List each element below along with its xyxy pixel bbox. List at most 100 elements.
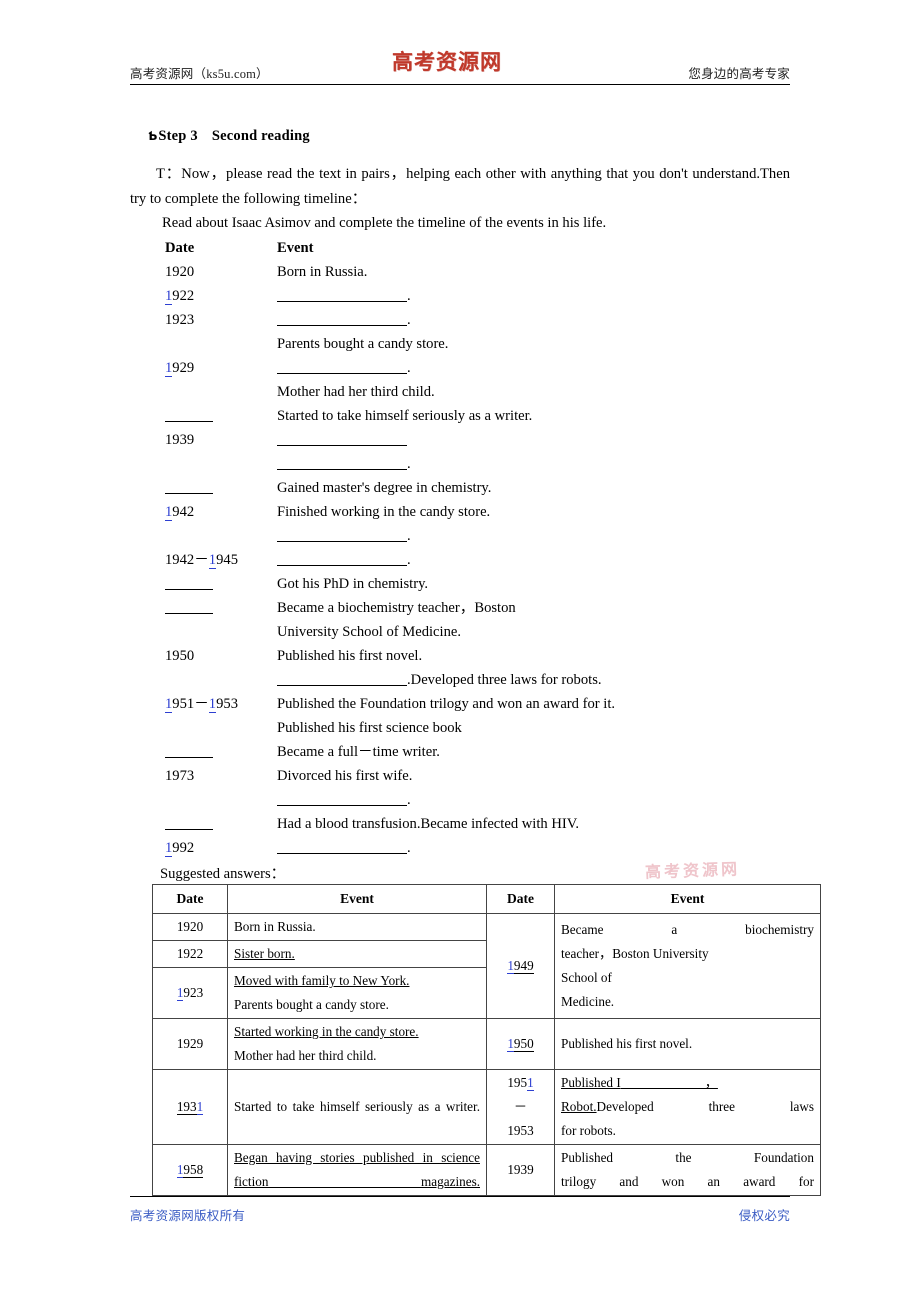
timeline-row: 1973 Divorced his first wife. — [165, 764, 790, 788]
timeline-event-blank: .Developed three laws for robots. — [277, 668, 602, 692]
cell-line-rest: Developed three laws — [596, 1099, 814, 1114]
timeline-row: Gained master's degree in chemistry. — [165, 476, 790, 500]
cell-line: Became a biochemistry — [561, 922, 814, 937]
answer-text: Moved with family to New York. — [234, 973, 410, 988]
answer-blank — [277, 286, 407, 302]
timeline-event: Became a full－time writer. — [277, 744, 440, 760]
cell-event: Moved with family to New York. Parents b… — [227, 967, 487, 1019]
timeline-list: Date Event 1920 Born in Russia. 1922 . 1… — [165, 236, 790, 860]
answer-blank — [277, 550, 407, 566]
timeline-header-date: Date — [165, 240, 195, 256]
th-event-left: Event — [227, 884, 487, 914]
timeline-date: 1950 — [165, 648, 195, 664]
cell-event: Started to take himself seriously as a w… — [227, 1069, 487, 1145]
timeline-row: 1939 — [165, 428, 790, 452]
timeline-row: . — [165, 788, 790, 812]
timeline-event-blank: . — [277, 524, 411, 548]
cell-date: 1951 － 1953 — [486, 1069, 555, 1145]
answer-blank — [277, 358, 407, 374]
timeline-date: 1939 — [165, 432, 195, 448]
timeline-date: 1951－1953 — [165, 696, 238, 713]
footer-notice: 侵权必究 — [738, 1209, 790, 1223]
timeline-date: 1920 — [165, 264, 195, 280]
answer-text: Started working in the candy store. — [234, 1024, 419, 1039]
cell-date: 1958 — [152, 1144, 228, 1196]
timeline-row: 1992 . — [165, 836, 790, 860]
timeline-event: Had a blood transfusion.Became infected … — [277, 816, 580, 832]
timeline-date-blank — [165, 740, 260, 764]
answers-table: Date Event Date Event 1920 Born in Russi… — [152, 884, 821, 1196]
timeline-event: Born in Russia. — [277, 264, 368, 280]
cell-date: 1929 — [152, 1018, 228, 1070]
answer-blank — [165, 478, 213, 494]
timeline-event: Mother had her third child. — [277, 384, 435, 400]
step-heading: ƄStep 3 Second reading — [148, 128, 310, 145]
timeline-date-blank — [165, 812, 260, 836]
answer-text: Began having stories published in scienc… — [234, 1150, 480, 1189]
th-date-right: Date — [486, 884, 555, 914]
timeline-row: Parents bought a candy store. — [165, 332, 790, 356]
cell-line: School of — [561, 970, 612, 985]
footer-copyright: 高考资源网版权所有 — [130, 1209, 246, 1223]
teacher-instruction-text: T：Now，please read the text in pairs，help… — [130, 166, 790, 207]
header-divider — [130, 84, 790, 85]
answer-blank — [165, 406, 213, 422]
timeline-date: 1923 — [165, 312, 195, 328]
answer-text-part: Published I — [561, 1075, 621, 1090]
timeline-row: Got his PhD in chemistry. — [165, 572, 790, 596]
timeline-row: 1951－1953 Published the Foundation trilo… — [165, 692, 790, 716]
timeline-event-blank: . — [277, 836, 411, 860]
timeline-date: 1929 — [165, 360, 195, 377]
timeline-event-blank: . — [277, 308, 411, 332]
cell-date: 1920 — [152, 913, 228, 941]
timeline-event: Gained master's degree in chemistry. — [277, 480, 492, 496]
table-row: 1920 Born in Russia. 1949 Became a bioch… — [152, 913, 821, 1019]
answer-blank — [165, 574, 213, 590]
th-date-left: Date — [152, 884, 228, 914]
timeline-event-blank: . — [277, 452, 411, 476]
table-header-row: Date Event Date Event — [152, 884, 821, 914]
timeline-row: 1950 Published his first novel. — [165, 644, 790, 668]
timeline-header-row: Date Event — [165, 236, 790, 260]
timeline-date: 1942－1945 — [165, 552, 238, 569]
answer-text: Sister born. — [234, 946, 295, 961]
page-header: 高考资源网（ks5u.com） 高考资源网 您身边的高考专家 — [130, 46, 790, 86]
cell-date: 1950 — [486, 1018, 555, 1070]
cell-date: 1923 — [152, 967, 228, 1019]
timeline-row: Became a biochemistry teacher，Boston — [165, 596, 790, 620]
timeline-row: . — [165, 524, 790, 548]
timeline-row: 1923 . — [165, 308, 790, 332]
timeline-event-blank: . — [277, 788, 411, 812]
suggested-answers-label: Suggested answers： — [160, 866, 286, 882]
answer-blank — [165, 814, 213, 830]
answer-blank — [277, 790, 407, 806]
cell-line: Mother had her third child. — [234, 1048, 377, 1063]
document-page: 高考资源网（ks5u.com） 高考资源网 您身边的高考专家 ƄStep 3 Se… — [0, 0, 920, 1302]
table-row: 1931 Started to take himself seriously a… — [152, 1069, 821, 1145]
timeline-event: University School of Medicine. — [277, 624, 462, 640]
header-tagline: 您身边的高考专家 — [688, 67, 790, 81]
timeline-row: 1929 . — [165, 356, 790, 380]
cell-date: 1931 — [152, 1069, 228, 1145]
timeline-row: .Developed three laws for robots. — [165, 668, 790, 692]
timeline-date: 1942 — [165, 504, 195, 521]
cell-event: Began having stories published in scienc… — [227, 1144, 487, 1196]
cell-event: Published I， Robot.Developed three laws … — [554, 1069, 821, 1145]
timeline-row: University School of Medicine. — [165, 620, 790, 644]
answer-blank — [277, 526, 407, 542]
step-number: Step 3 — [158, 128, 198, 144]
step-subtitle: Second reading — [211, 128, 310, 144]
cell-date: 1922 — [152, 940, 228, 968]
timeline-date: 1973 — [165, 768, 195, 784]
cell-line: teacher，Boston University — [561, 946, 709, 961]
timeline-row: Had a blood transfusion.Became infected … — [165, 812, 790, 836]
cell-line: Parents bought a candy store. — [234, 997, 389, 1012]
answer-text-part: Robot. — [561, 1099, 597, 1114]
answer-blank — [277, 838, 407, 854]
timeline-event-rest: .Developed three laws for robots. — [407, 672, 602, 688]
timeline-row: 1942－1945 . — [165, 548, 790, 572]
timeline-event: Parents bought a candy store. — [277, 336, 449, 352]
table-row: 1958 Began having stories published in s… — [152, 1144, 821, 1196]
timeline-row: Became a full－time writer. — [165, 740, 790, 764]
answer-blank — [165, 598, 213, 614]
